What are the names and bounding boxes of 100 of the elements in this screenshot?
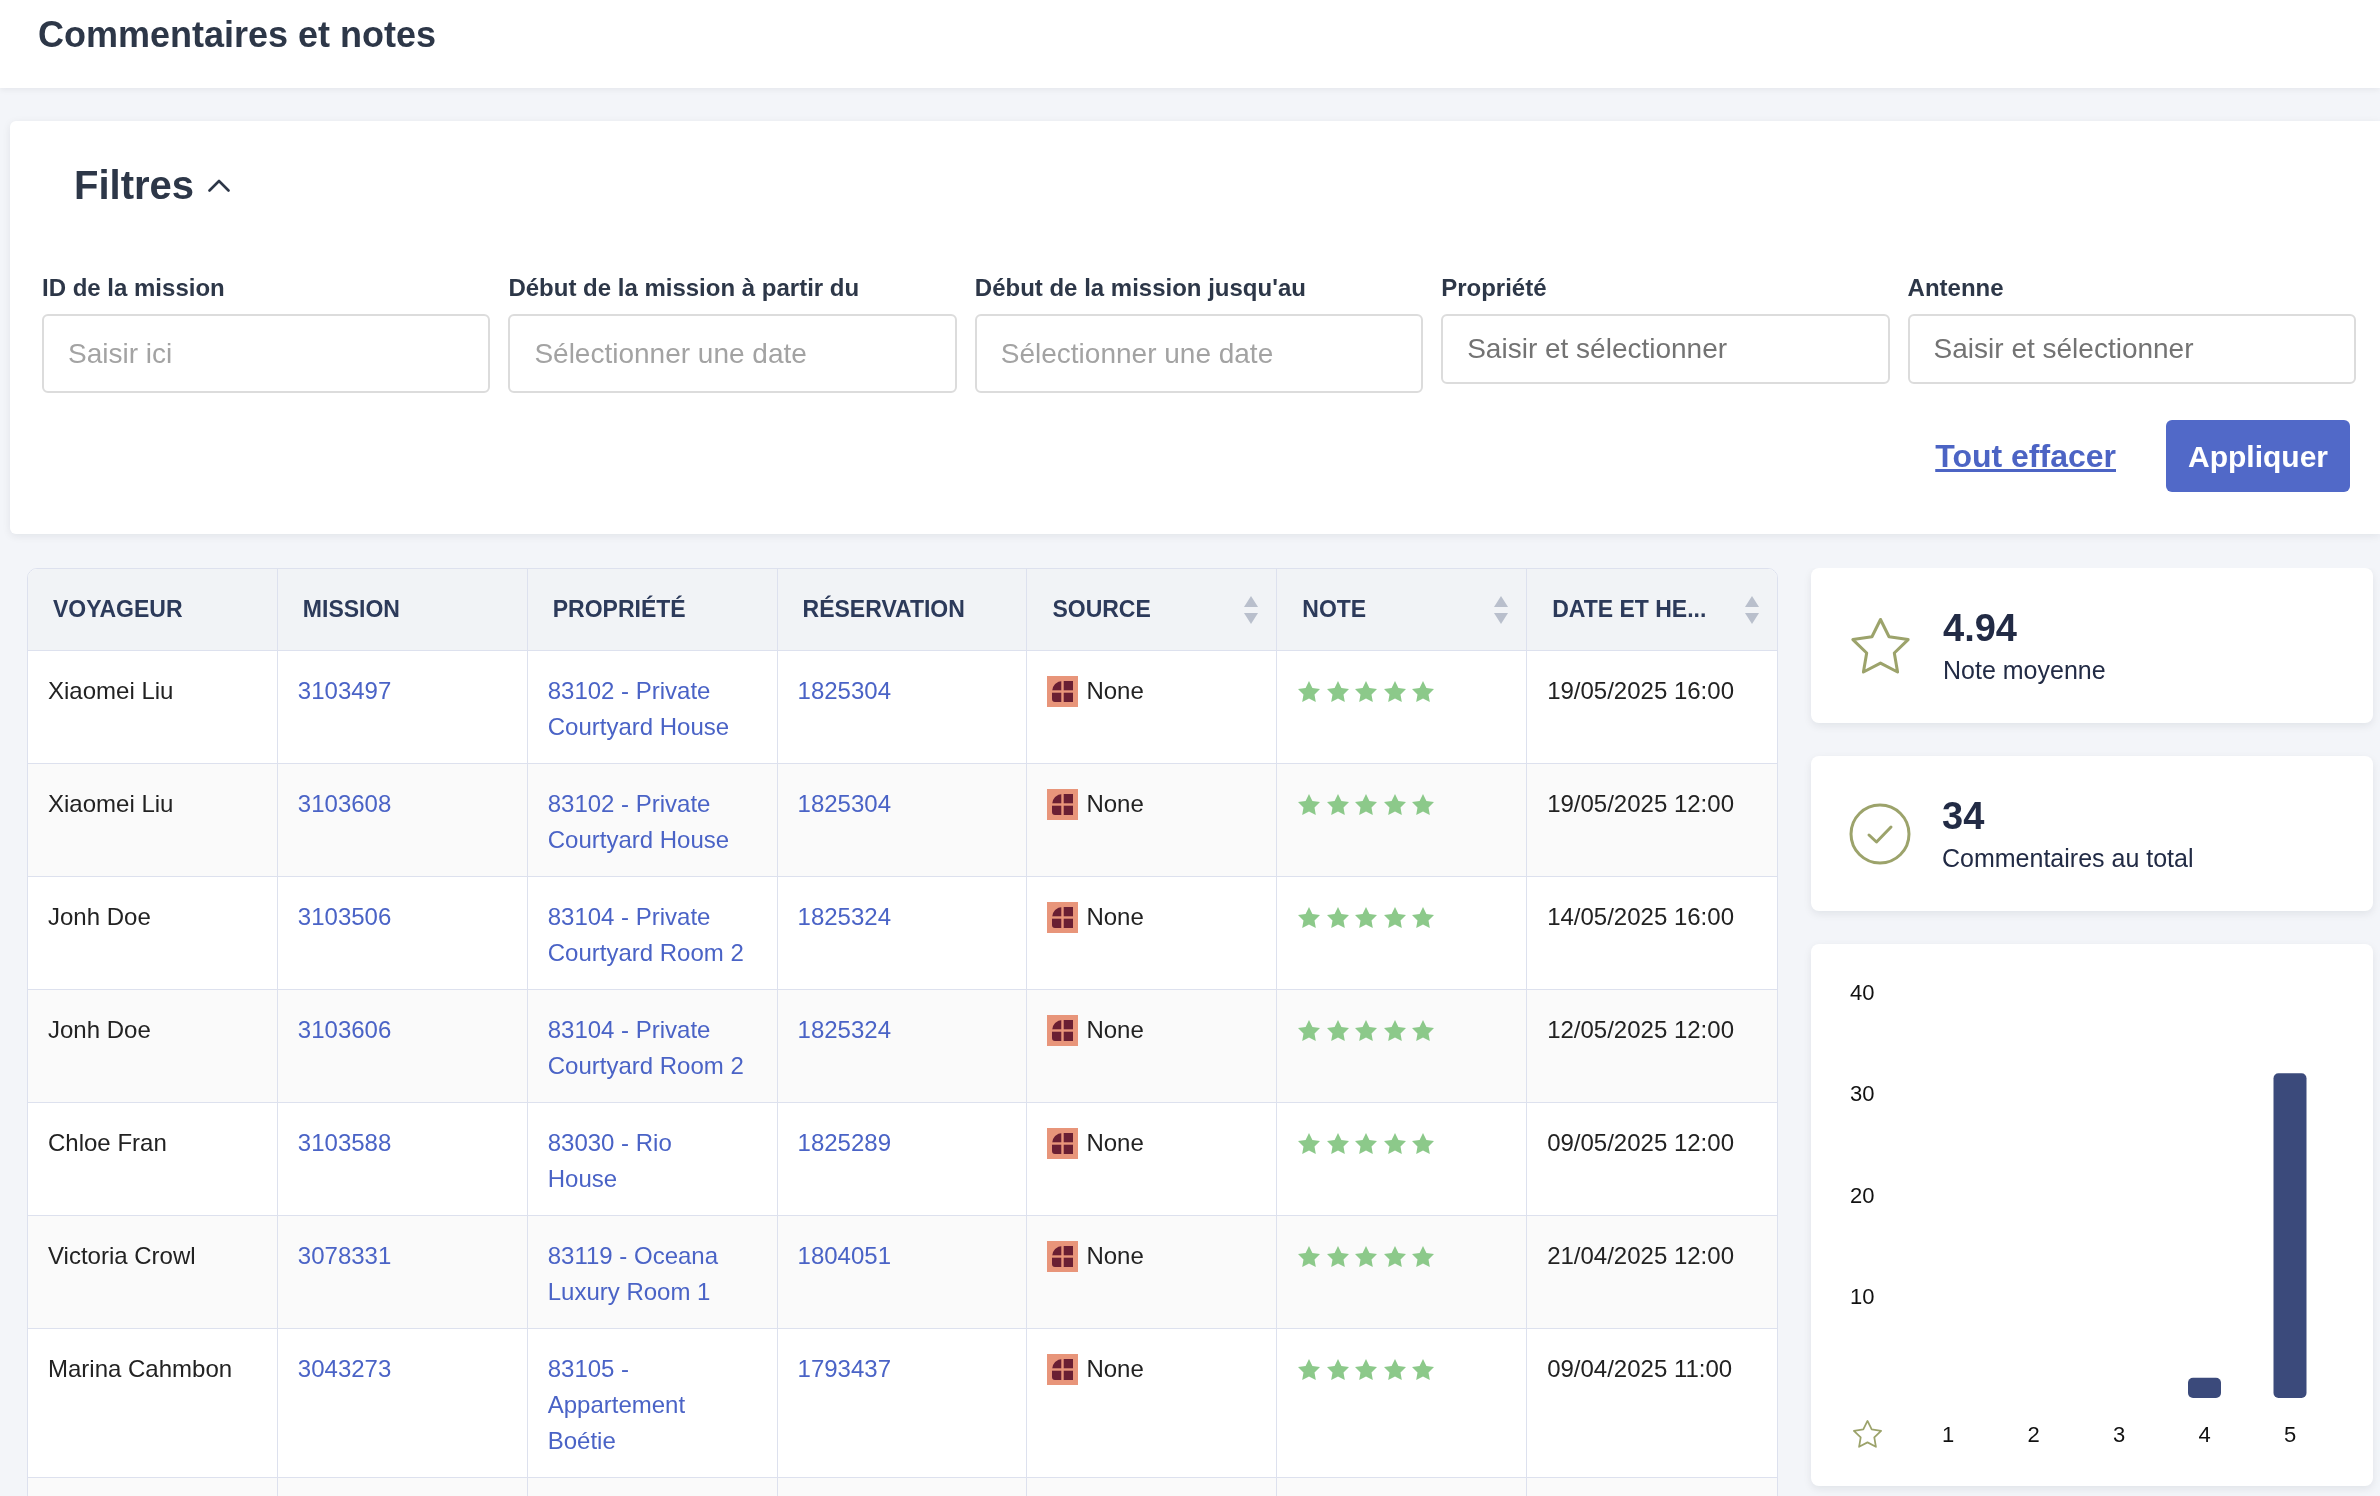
field-label: ID de la mission [42, 273, 225, 303]
star-icon [1298, 906, 1321, 928]
select-field[interactable]: Saisir et sélectionner [1907, 314, 2356, 384]
x-tick-label: 5 [2283, 1421, 2297, 1447]
star-icon [1412, 680, 1435, 702]
sort-icon[interactable] [1244, 595, 1259, 624]
traveler-name: Chloe Fran [48, 1129, 167, 1156]
star-icon [1412, 906, 1435, 928]
column-header: SOURCE [1052, 595, 1151, 625]
star-icon [1326, 1019, 1349, 1041]
reservation-link[interactable]: 1825304 [797, 786, 891, 822]
star-icon [1326, 906, 1349, 928]
x-tick-label: 1 [1941, 1421, 1955, 1447]
star-icon [1298, 680, 1321, 702]
star-icon [1412, 1019, 1435, 1041]
select-field[interactable]: Saisir et sélectionner [1441, 314, 1890, 384]
star-icon [1383, 793, 1406, 815]
field-label: Début de la mission jusqu'au [974, 273, 1306, 303]
traveler-name: Xiaomei Liu [48, 790, 174, 817]
filters-toggle[interactable]: Filtres [74, 160, 231, 210]
bar [2188, 1377, 2221, 1398]
check-circle-icon [1849, 802, 1911, 865]
source-name: None [1086, 1128, 1144, 1158]
source-icon [1047, 1127, 1079, 1159]
y-tick-label: 40 [1850, 979, 1875, 1005]
reservation-link[interactable]: 1825324 [797, 1012, 891, 1048]
review-date: 12/05/2025 12:00 [1547, 1016, 1734, 1043]
mission-link[interactable]: 3103588 [297, 1125, 392, 1161]
traveler-name: Victoria Crowl [48, 1242, 196, 1269]
star-icon [1298, 1019, 1321, 1041]
column-header: RÉSERVATION [802, 594, 965, 625]
mission-link[interactable]: 3103608 [297, 786, 392, 822]
star-icon [1298, 1358, 1321, 1380]
mission-link[interactable]: 3103506 [297, 899, 392, 935]
star-icon [1326, 793, 1349, 815]
star-icon [1853, 1420, 1882, 1447]
property-link[interactable]: 83104 - Private Courtyard Room 2 [547, 1012, 746, 1084]
clear-all-link[interactable]: Tout effacer [1935, 436, 2116, 476]
mission-link[interactable]: 3078331 [297, 1238, 392, 1274]
property-link[interactable]: 83104 - Private Courtyard Room 2 [547, 899, 746, 971]
sort-icon[interactable] [1494, 595, 1509, 624]
star-icon [1298, 1245, 1321, 1267]
date-field[interactable]: Sélectionner une date [974, 314, 1424, 393]
review-date: 09/05/2025 12:00 [1547, 1129, 1734, 1156]
property-link[interactable]: 83105 - Appartement Boétie [547, 1351, 746, 1459]
apply-button[interactable]: Appliquer [2166, 420, 2350, 492]
text-field[interactable]: Saisir ici [42, 314, 491, 393]
star-icon [1412, 1132, 1435, 1154]
column-header: VOYAGEUR [53, 595, 183, 625]
property-link[interactable]: 83102 - Private Courtyard House [547, 673, 746, 745]
source-name: None [1086, 676, 1144, 706]
sort-icon[interactable] [1745, 595, 1759, 624]
source-name: None [1086, 1241, 1144, 1271]
traveler-name: Jonh Doe [48, 1016, 151, 1043]
reservation-link[interactable]: 1825324 [797, 899, 891, 935]
review-date: 09/04/2025 11:00 [1547, 1355, 1733, 1382]
star-icon [1355, 1358, 1378, 1380]
star-icon [1383, 1019, 1406, 1041]
star-icon [1383, 906, 1406, 928]
star-icon [1326, 680, 1349, 702]
mission-link[interactable]: 3103606 [297, 1012, 392, 1048]
star-icon [1355, 1019, 1378, 1041]
field-label: Antenne [1907, 273, 2004, 303]
stat-value: 4.94 [1943, 605, 2018, 650]
y-tick-label: 10 [1850, 1284, 1875, 1309]
source-icon [1047, 788, 1079, 820]
reservation-link[interactable]: 1793437 [797, 1351, 891, 1387]
traveler-name: Jonh Doe [48, 903, 151, 930]
source-icon [1047, 1014, 1079, 1046]
stat-label: Commentaires au total [1942, 842, 2194, 874]
mission-link[interactable]: 3103497 [297, 673, 392, 709]
reservation-link[interactable]: 1804051 [797, 1238, 891, 1274]
date-field[interactable]: Sélectionner une date [508, 314, 957, 393]
x-tick-label: 2 [2027, 1421, 2040, 1447]
mission-link[interactable]: 3043273 [297, 1351, 392, 1387]
stat-label: Note moyenne [1943, 654, 2106, 686]
star-icon [1355, 906, 1378, 928]
traveler-name: Marina Cahmbon [48, 1355, 233, 1382]
field-label: Propriété [1441, 273, 1547, 303]
source-name: None [1086, 789, 1144, 819]
property-link[interactable]: 83030 - Rio House [547, 1125, 746, 1197]
property-link[interactable]: 83102 - Private Courtyard House [547, 786, 746, 858]
star-icon [1383, 1132, 1406, 1154]
review-date: 14/05/2025 16:00 [1547, 903, 1734, 930]
star-icon [1355, 1132, 1378, 1154]
source-name: None [1086, 1015, 1144, 1045]
source-icon [1047, 1353, 1079, 1385]
reservation-link[interactable]: 1825289 [797, 1125, 891, 1161]
star-icon [1412, 1245, 1435, 1267]
review-date: 19/05/2025 16:00 [1547, 677, 1734, 704]
star-icon [1298, 1132, 1321, 1154]
property-link[interactable]: 83119 - Oceana Luxury Room 1 [547, 1238, 746, 1310]
column-header: DATE ET HE... [1552, 595, 1707, 625]
y-tick-label: 30 [1850, 1081, 1875, 1106]
field-label: Début de la mission à partir du [508, 273, 860, 303]
star-icon [1412, 1358, 1435, 1380]
review-date: 21/04/2025 12:00 [1547, 1242, 1734, 1269]
star-icon [1383, 680, 1406, 702]
star-icon [1298, 793, 1321, 815]
reservation-link[interactable]: 1825304 [797, 673, 891, 709]
